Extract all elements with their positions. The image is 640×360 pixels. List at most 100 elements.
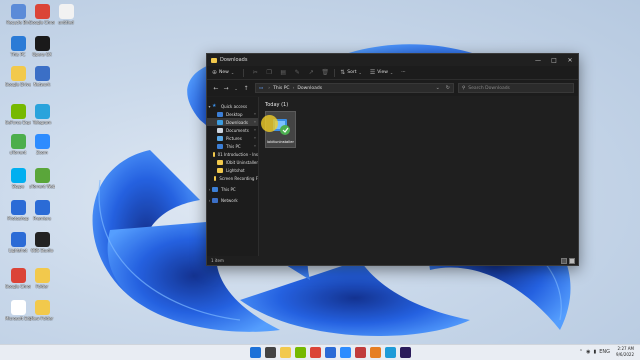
desktop-shortcut[interactable]: Opera GX xyxy=(29,36,55,57)
nav-item[interactable]: 01 Introduction - Ins xyxy=(207,150,258,158)
sort-button[interactable]: ⇅ Sort ⌄ xyxy=(340,69,364,76)
pin-icon: ⌖ xyxy=(254,112,256,116)
command-bar: ⊕ New ⌄ ✂ ❐ ▤ ✎ ↗ 🗑 ⇅ Sort ⌄ ☰ View ⌄ ··· xyxy=(207,66,578,80)
chevron-up-icon[interactable]: ⌃ xyxy=(579,349,583,355)
address-row: ← → ⌄ ↑ ▭ › This PC › Downloads ⌄ ↻ ⚲ Se… xyxy=(207,80,578,96)
desktop-shortcut[interactable]: uTorrent Web xyxy=(29,168,55,189)
new-button[interactable]: ⊕ New ⌄ xyxy=(212,69,236,76)
folder-icon xyxy=(216,159,223,165)
desktop-shortcut[interactable]: Microsoft Edge xyxy=(5,300,31,321)
desktop-shortcut[interactable]: GeForce Experience xyxy=(5,104,31,125)
nav-this-pc[interactable]: › This PC xyxy=(207,185,258,193)
chrome-icon xyxy=(10,268,26,283)
zoom-icon[interactable] xyxy=(340,347,351,358)
back-arrow-icon[interactable]: ← xyxy=(211,85,221,92)
premiere-icon[interactable] xyxy=(400,347,411,358)
more-button[interactable]: ··· xyxy=(401,70,405,75)
search-icon[interactable] xyxy=(265,347,276,358)
recent-chevron-icon[interactable]: ⌄ xyxy=(231,86,241,91)
rename-icon[interactable]: ✎ xyxy=(291,69,303,76)
desktop-shortcut[interactable]: Google Chrome xyxy=(29,4,55,25)
desktop-shortcut[interactable]: Lightshot xyxy=(5,232,31,253)
desktop-shortcut[interactable]: Photoshop xyxy=(5,200,31,221)
desktop-shortcut[interactable]: Recycle Bin xyxy=(5,4,31,25)
camera-icon[interactable] xyxy=(355,347,366,358)
wifi-icon[interactable]: ◉ xyxy=(586,349,590,355)
desktop-shortcut[interactable]: Google Drive xyxy=(5,66,31,87)
edge-icon[interactable] xyxy=(385,347,396,358)
pin-icon: ⌖ xyxy=(254,120,256,124)
utorrent-web-icon xyxy=(34,168,50,183)
forward-arrow-icon[interactable]: → xyxy=(221,85,231,92)
vlc-icon[interactable] xyxy=(370,347,381,358)
cut-icon[interactable]: ✂ xyxy=(249,69,261,76)
nav-item[interactable]: Desktop ⌖ xyxy=(207,110,258,118)
file-explorer-icon[interactable] xyxy=(280,347,291,358)
nav-item[interactable]: Downloads ⌖ xyxy=(207,118,258,126)
close-button[interactable]: ✕ xyxy=(562,54,578,66)
desktop-shortcut-label: This PC xyxy=(10,52,26,57)
desktop-shortcut[interactable]: OBS Studio xyxy=(29,232,55,253)
plus-icon: ⊕ xyxy=(212,69,218,76)
breadcrumb-downloads[interactable]: Downloads xyxy=(297,86,322,91)
nvidia-icon[interactable] xyxy=(295,347,306,358)
desktop-shortcut[interactable]: This PC xyxy=(5,36,31,57)
system-tray: ⌃ ◉ ▮ ENG 2:27 AM 9/6/2022 xyxy=(579,346,634,357)
breadcrumb-this-pc[interactable]: This PC xyxy=(273,86,289,91)
desktop-shortcut-label: Zoom xyxy=(36,150,48,155)
battery-icon[interactable]: ▮ xyxy=(593,349,596,355)
maximize-button[interactable]: □ xyxy=(546,54,562,66)
desktop-shortcut[interactable]: Network xyxy=(29,66,55,87)
edge-icon xyxy=(10,300,26,315)
nav-item[interactable]: Pictures ⌖ xyxy=(207,134,258,142)
nav-item-label: Documents xyxy=(226,127,249,133)
chrome-icon xyxy=(34,4,50,19)
desktop-shortcut[interactable]: Folder xyxy=(29,268,55,289)
nav-item[interactable]: This PC ⌖ xyxy=(207,142,258,150)
desktop-shortcut[interactable]: uTorrent xyxy=(5,134,31,155)
nav-item[interactable]: Documents ⌖ xyxy=(207,126,258,134)
desktop-shortcut[interactable]: Skype xyxy=(5,168,31,189)
desktop-shortcut[interactable]: Telegram xyxy=(29,104,55,125)
nav-item-label: Lightshot xyxy=(226,167,245,173)
chrome-icon[interactable] xyxy=(310,347,321,358)
tiles-view-button[interactable] xyxy=(569,257,575,264)
share-icon[interactable]: ↗ xyxy=(305,69,317,76)
minimize-button[interactable]: — xyxy=(530,54,546,66)
taskbar-apps xyxy=(250,347,411,358)
nav-item[interactable]: IObit Uninstaller xyxy=(207,158,258,166)
chevron-down-icon[interactable]: ⌄ xyxy=(433,85,443,91)
search-input[interactable]: ⚲ Search Downloads xyxy=(458,83,574,93)
desktop-shortcut[interactable]: Google Chrome xyxy=(5,268,31,289)
address-bar[interactable]: ▭ › This PC › Downloads ⌄ ↻ xyxy=(255,83,454,93)
start-icon[interactable] xyxy=(250,347,261,358)
title-bar[interactable]: Downloads — □ ✕ xyxy=(207,54,578,66)
refresh-icon[interactable]: ↻ xyxy=(443,85,453,91)
view-button[interactable]: ☰ View ⌄ xyxy=(370,69,395,76)
desktop-shortcut[interactable]: Premiere xyxy=(29,200,55,221)
pin-icon: ⌖ xyxy=(254,136,256,140)
language-indicator[interactable]: ENG xyxy=(599,349,610,355)
up-arrow-icon[interactable]: ↑ xyxy=(241,85,251,92)
paste-icon[interactable]: ▤ xyxy=(277,69,289,76)
copy-icon[interactable]: ❐ xyxy=(263,69,275,76)
nav-quick-access[interactable]: ▾ ★ Quick access xyxy=(207,102,258,110)
folder-icon xyxy=(213,151,215,157)
desktop-shortcut[interactable]: New Folder xyxy=(29,300,55,321)
file-explorer-window: Downloads — □ ✕ ⊕ New ⌄ ✂ ❐ ▤ ✎ ↗ 🗑 ⇅ Sort ⌄… xyxy=(206,53,579,266)
folder-icon xyxy=(217,167,223,173)
desktop-shortcut[interactable]: Zoom xyxy=(29,134,55,155)
folder-icon xyxy=(10,66,26,81)
clock[interactable]: 2:27 AM 9/6/2022 xyxy=(616,346,634,357)
breadcrumb-separator: › xyxy=(292,85,295,91)
nav-network[interactable]: › Network xyxy=(207,196,258,204)
desktop-shortcut[interactable]: untitled xyxy=(53,4,79,25)
nav-item-label: 01 Introduction - Ins xyxy=(217,151,258,157)
group-header-today[interactable]: Today (1) xyxy=(265,102,578,108)
library-icon xyxy=(217,127,223,133)
details-view-button[interactable] xyxy=(561,257,567,264)
nav-item[interactable]: Lightshot xyxy=(207,166,258,174)
delete-icon[interactable]: 🗑 xyxy=(319,69,331,76)
store-icon[interactable] xyxy=(325,347,336,358)
nav-item[interactable]: Screen Recording F xyxy=(207,174,258,182)
